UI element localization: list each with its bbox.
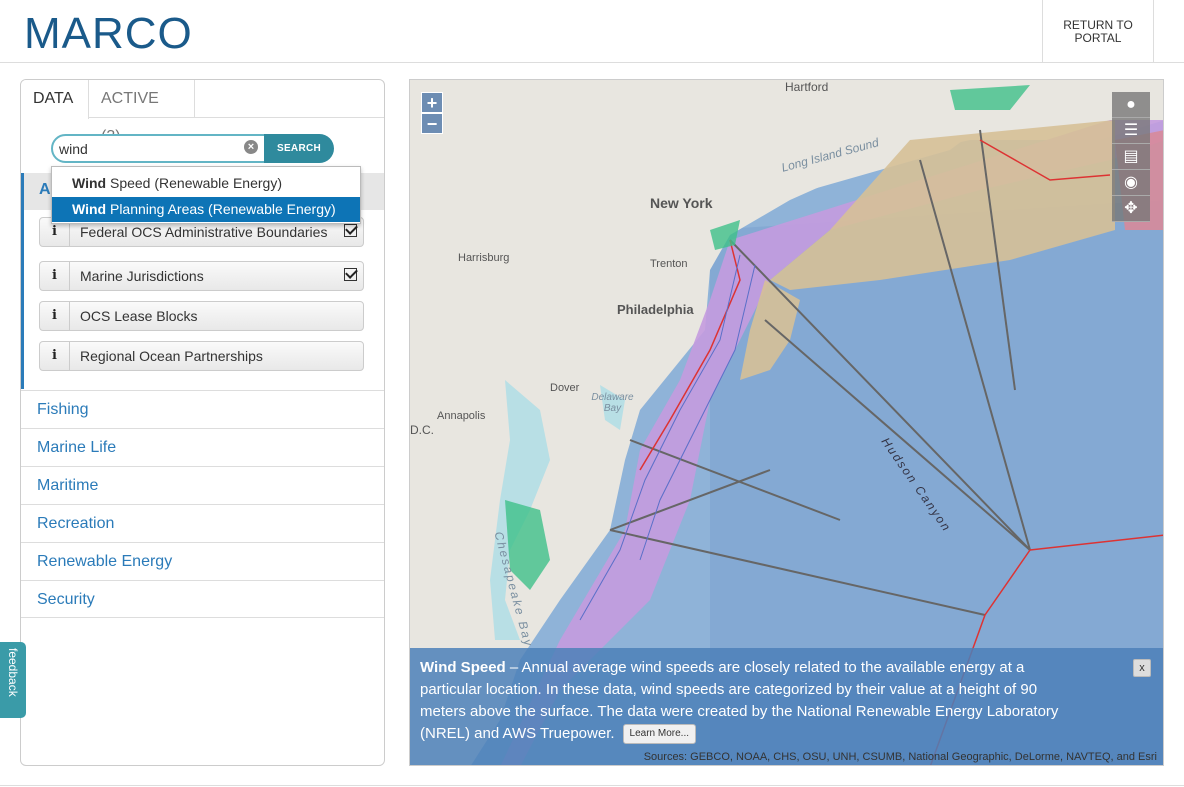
label-dover: Dover [550,382,580,394]
clear-search-icon[interactable]: × [244,140,258,154]
zoom-in-button[interactable]: + [421,92,443,113]
info-icon[interactable]: i [40,262,70,290]
return-to-portal-button[interactable]: RETURN TO PORTAL [1042,0,1154,63]
info-title: Wind Speed [420,659,506,676]
category-renewable-energy[interactable]: Renewable Energy [21,542,384,580]
category-label: Renewable Energy [37,553,173,570]
search-bar: × SEARCH [51,134,334,163]
category-marine-life[interactable]: Marine Life [21,428,384,466]
return-to-portal-label: RETURN TO PORTAL [1063,17,1133,45]
layers-panel-icon[interactable]: ▤ [1112,144,1150,170]
label-hartford: Hartford [785,80,829,94]
label-philadelphia: Philadelphia [617,302,694,317]
zoom-controls: + − [421,92,443,134]
label-trenton: Trenton [650,258,688,270]
basemap-globe-icon[interactable]: ● [1112,92,1150,118]
layer-ocs-lease-blocks[interactable]: i OCS Lease Blocks [39,301,364,331]
info-body: – Annual average wind speeds are closely… [420,659,1059,742]
layer-marine-jurisdictions[interactable]: i Marine Jurisdictions [39,261,364,291]
logo-text: MARCO [24,9,193,58]
suggestion-wind-planning-areas[interactable]: Wind Planning Areas (Renewable Energy) [52,197,360,222]
category-label: Maritime [37,477,99,494]
panel-tabs: DATA ACTIVE (3) [21,80,384,145]
category-recreation[interactable]: Recreation [21,504,384,542]
tab-data[interactable]: DATA [21,80,89,119]
layer-label: Marine Jurisdictions [80,268,204,284]
search-suggestions: Wind Speed (Renewable Energy) Wind Plann… [51,166,361,224]
category-label: Recreation [37,515,115,532]
category-security[interactable]: Security [21,580,384,618]
label-new-york: New York [650,195,713,211]
category-maritime[interactable]: Maritime [21,466,384,504]
feedback-label: feedback [6,648,20,697]
section-title: A [39,181,51,198]
info-text: Wind Speed – Annual average wind speeds … [420,657,1080,745]
legend-list-icon[interactable]: ☰ [1112,118,1150,144]
layer-regional-ocean-partnerships[interactable]: i Regional Ocean Partnerships [39,341,364,371]
feedback-tab[interactable]: feedback [0,642,26,718]
layer-checkbox[interactable] [344,268,357,281]
close-info-button[interactable]: x [1133,659,1151,677]
layer-info-box: Wind Speed – Annual average wind speeds … [410,648,1163,765]
layer-label: Regional Ocean Partnerships [80,348,263,364]
info-icon[interactable]: i [40,302,70,330]
category-label: Fishing [37,401,89,418]
label-annapolis: Annapolis [437,410,486,422]
search-button[interactable]: SEARCH [264,134,334,163]
search-input[interactable] [51,134,267,163]
label-delaware-bay: Delaware Bay [591,392,634,414]
label-harrisburg: Harrisburg [458,252,510,264]
layer-checkbox[interactable] [344,224,357,237]
category-label: Marine Life [37,439,117,456]
category-label: Security [37,591,95,608]
map-view[interactable]: Hartford Long Island Sound New York Harr… [409,79,1164,766]
marco-logo[interactable]: MARCO [24,8,193,60]
category-fishing[interactable]: Fishing [21,390,384,428]
map-sources: Sources: GEBCO, NOAA, CHS, OSU, UNH, CSU… [643,751,1157,763]
zoom-out-button[interactable]: − [421,113,443,134]
learn-more-button[interactable]: Learn More... [622,724,697,745]
suggestion-match: Wind [72,175,107,191]
suggestion-rest: Speed (Renewable Energy) [106,175,282,191]
footer-divider [0,785,1184,786]
suggestion-match: Wind [72,201,107,217]
data-panel: DATA ACTIVE (3) A i Federal OCS Administ… [20,79,385,766]
label-dc: D.C. [410,423,434,437]
layer-label: OCS Lease Blocks [80,308,198,324]
tab-active[interactable]: ACTIVE (3) [89,80,195,145]
fullscreen-icon[interactable]: ✥ [1112,196,1150,222]
map-toolbar: ● ☰ ▤ ◉ ✥ [1112,92,1150,222]
suggestion-rest: Planning Areas (Renewable Energy) [106,201,336,217]
suggestion-wind-speed[interactable]: Wind Speed (Renewable Energy) [52,171,360,196]
location-pin-icon[interactable]: ◉ [1112,170,1150,196]
header: MARCO RETURN TO PORTAL [0,0,1184,63]
info-icon[interactable]: i [40,342,70,370]
